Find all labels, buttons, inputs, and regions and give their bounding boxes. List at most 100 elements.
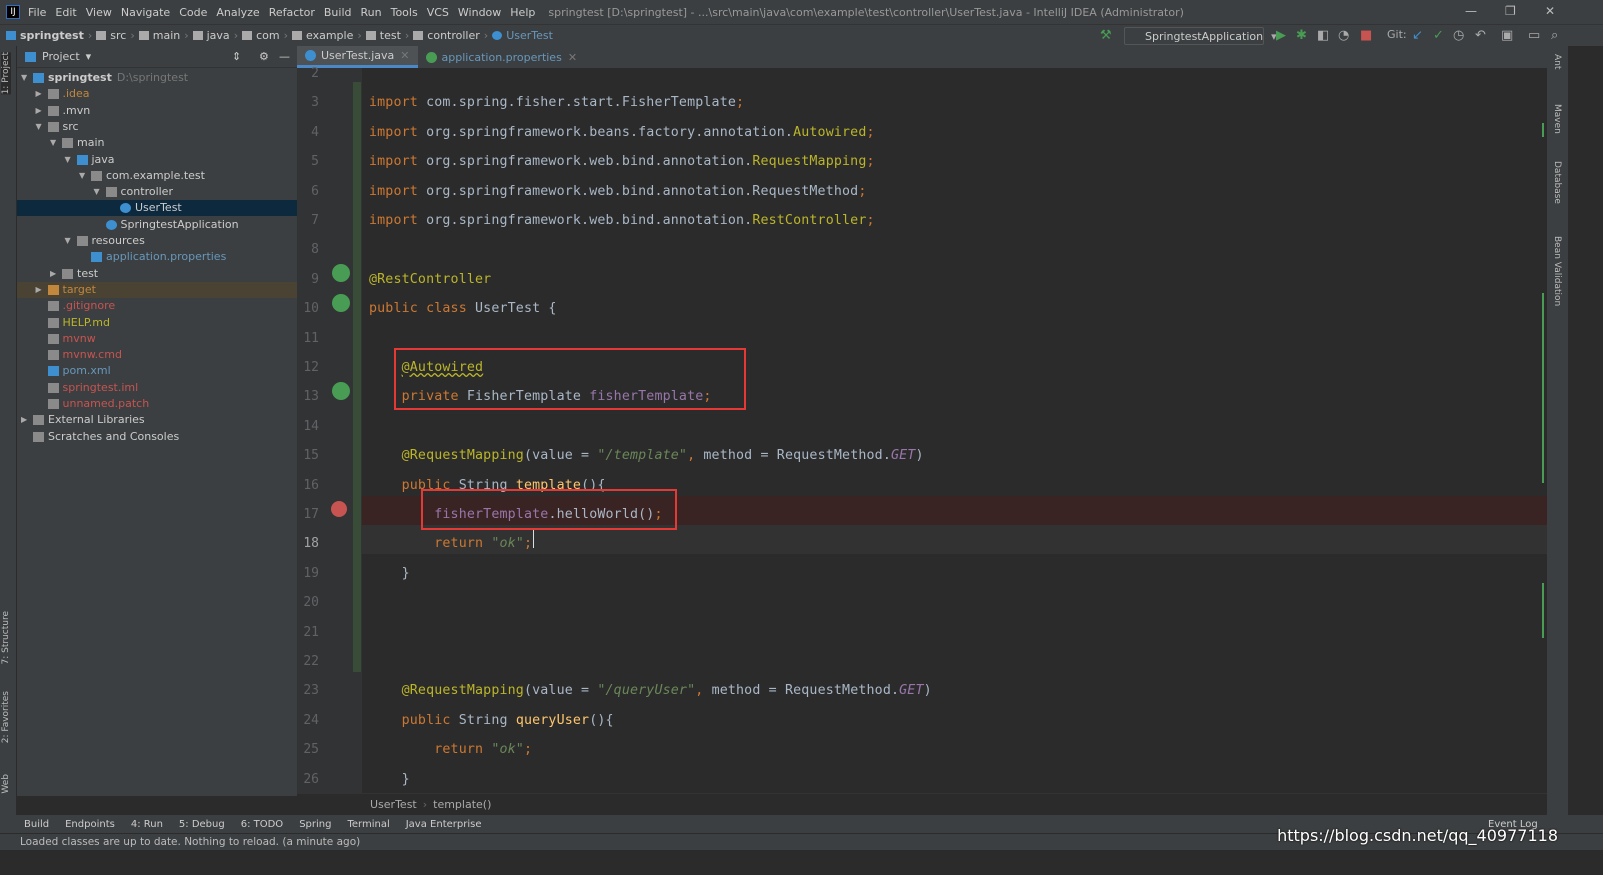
toolwindow--run[interactable]: 4: Run — [131, 819, 163, 830]
breadcrumb-item[interactable]: com › — [242, 29, 288, 42]
menu-navigate[interactable]: Navigate — [121, 6, 170, 19]
expanded-arrow-icon[interactable]: ▼ — [65, 152, 77, 168]
menu-code[interactable]: Code — [179, 6, 207, 19]
tree-item[interactable]: ▶ .idea — [17, 86, 297, 102]
code-line[interactable]: import org.springframework.web.bind.anno… — [369, 154, 875, 169]
expanded-arrow-icon[interactable]: ▼ — [94, 184, 106, 200]
search-icon[interactable]: ⌕ — [1551, 28, 1558, 43]
tree-item[interactable]: ▶ target — [17, 281, 297, 298]
spring-bean-icon[interactable] — [332, 294, 350, 312]
breadcrumb-item[interactable]: main › — [138, 29, 189, 42]
code-line[interactable]: public class UserTest { — [369, 301, 557, 316]
tree-item[interactable]: ▼ src — [17, 119, 297, 135]
tree-item[interactable]: ▼ main — [17, 135, 297, 151]
toolwindow--debug[interactable]: 5: Debug — [179, 819, 225, 830]
code-line[interactable]: import com.spring.fisher.start.FisherTem… — [369, 95, 744, 110]
stop-icon[interactable]: ■ — [1360, 28, 1372, 43]
expanded-arrow-icon[interactable]: ▼ — [79, 168, 91, 184]
tab-project[interactable]: 1: Project — [1, 52, 11, 95]
tab-database[interactable]: Database — [1552, 161, 1562, 204]
build-hammer-icon[interactable]: ⚒ — [1100, 28, 1112, 43]
expanded-arrow-icon[interactable]: ▼ — [50, 135, 62, 151]
toolwindow-endpoints[interactable]: Endpoints — [65, 819, 115, 830]
tree-item[interactable]: ▶ test — [17, 266, 297, 282]
collapsed-arrow-icon[interactable]: ▶ — [21, 412, 33, 428]
coverage-icon[interactable]: ◧ — [1317, 28, 1329, 43]
code-line[interactable]: return "ok"; — [369, 742, 532, 757]
menu-window[interactable]: Window — [458, 6, 501, 19]
collapsed-arrow-icon[interactable]: ▶ — [36, 103, 48, 119]
collapsed-arrow-icon[interactable]: ▶ — [50, 266, 62, 282]
toolwindow-terminal[interactable]: Terminal — [347, 819, 389, 830]
expanded-arrow-icon[interactable]: ▼ — [21, 70, 33, 86]
tab-web[interactable]: Web — [1, 774, 11, 794]
code-line[interactable]: return "ok"; — [369, 536, 532, 551]
tab-maven[interactable]: Maven — [1552, 104, 1562, 134]
code-line[interactable]: } — [369, 566, 410, 581]
menu-view[interactable]: View — [86, 6, 112, 19]
menu-analyze[interactable]: Analyze — [216, 6, 259, 19]
git-commit-icon[interactable]: ✓ — [1433, 28, 1444, 43]
tree-item[interactable]: pom.xml — [17, 363, 297, 379]
menu-file[interactable]: File — [28, 6, 46, 19]
tree-item[interactable]: UserTest — [17, 200, 297, 217]
project-view-select[interactable]: Project — [42, 50, 80, 63]
maximize-button[interactable]: ❐ — [1505, 4, 1516, 18]
autowired-navigation-icon[interactable] — [332, 382, 350, 400]
close-tab-icon[interactable]: ✕ — [400, 49, 409, 62]
menu-vcs[interactable]: VCS — [427, 6, 449, 19]
collapsed-arrow-icon[interactable]: ▶ — [36, 282, 48, 298]
tree-item[interactable]: springtest.iml — [17, 380, 297, 396]
breadcrumb-item[interactable]: test › — [365, 29, 409, 42]
breadcrumb-item[interactable]: example › — [292, 29, 362, 42]
close-button[interactable]: ✕ — [1545, 4, 1555, 18]
code-line[interactable]: @RequestMapping(value = "/queryUser", me… — [369, 683, 932, 698]
editor-tab[interactable]: application.properties ✕ — [418, 46, 586, 68]
project-structure-icon[interactable]: ▣ — [1501, 28, 1513, 43]
tree-item[interactable]: ▼ controller — [17, 184, 297, 200]
code-line[interactable]: @RequestMapping(value = "/template", met… — [369, 448, 924, 463]
editor-tab[interactable]: UserTest.java ✕ — [297, 46, 418, 68]
gear-icon[interactable]: ⚙ — [259, 50, 269, 63]
breadcrumb-item[interactable]: controller › — [413, 29, 488, 42]
collapsed-arrow-icon[interactable]: ▶ — [36, 86, 48, 102]
toolwindow-java-enterprise[interactable]: Java Enterprise — [406, 819, 482, 830]
expanded-arrow-icon[interactable]: ▼ — [65, 233, 77, 249]
run-icon[interactable]: ▶ — [1276, 28, 1286, 43]
code-line[interactable]: @RestController — [369, 272, 491, 287]
breakpoint-icon[interactable] — [331, 501, 347, 517]
tree-item[interactable]: ▼ springtest D:\springtest — [17, 70, 297, 86]
menu-edit[interactable]: Edit — [55, 6, 76, 19]
rollback-icon[interactable]: ↶ — [1475, 28, 1486, 43]
tree-item[interactable]: mvnw — [17, 331, 297, 347]
expanded-arrow-icon[interactable]: ▼ — [36, 119, 48, 135]
close-tab-icon[interactable]: ✕ — [568, 51, 577, 64]
tree-item[interactable]: ▶ .mvn — [17, 103, 297, 119]
tree-item[interactable]: ▼ resources — [17, 233, 297, 249]
tab-ant[interactable]: Ant — [1552, 54, 1562, 69]
menu-tools[interactable]: Tools — [391, 6, 418, 19]
code-editor[interactable]: 2 3 4 5 6 7 8 9 10 11 12 13 14 15 16 17 18 19 20 21 22 23 24 25… — [297, 66, 1547, 793]
tree-item[interactable]: mvnw.cmd — [17, 347, 297, 363]
tab-favorites[interactable]: 2: Favorites — [1, 691, 11, 743]
debug-icon[interactable]: ✱ — [1296, 28, 1307, 43]
menu-build[interactable]: Build — [324, 6, 352, 19]
tree-item[interactable]: Scratches and Consoles — [17, 429, 297, 445]
collapse-all-icon[interactable]: ⇕ — [232, 50, 241, 63]
menu-refactor[interactable]: Refactor — [269, 6, 315, 19]
tree-item[interactable]: ▼ java — [17, 152, 297, 168]
code-line[interactable]: import org.springframework.web.bind.anno… — [369, 184, 867, 199]
tree-item[interactable]: application.properties — [17, 249, 297, 265]
crumb-class[interactable]: UserTest — [370, 798, 417, 811]
tree-item[interactable]: HELP.md — [17, 315, 297, 331]
hide-icon[interactable]: — — [279, 50, 290, 63]
spring-bean-icon[interactable] — [332, 264, 350, 282]
history-icon[interactable]: ◷ — [1453, 28, 1464, 43]
breadcrumb-item[interactable]: src › — [96, 29, 135, 42]
code-line[interactable]: import org.springframework.beans.factory… — [369, 125, 875, 140]
breadcrumb-item[interactable]: java › — [192, 29, 238, 42]
tree-item[interactable]: ▼ com.example.test — [17, 168, 297, 184]
git-update-icon[interactable]: ↙ — [1412, 28, 1423, 43]
code-line[interactable]: import org.springframework.web.bind.anno… — [369, 213, 875, 228]
tree-item[interactable]: SpringtestApplication — [17, 217, 297, 233]
